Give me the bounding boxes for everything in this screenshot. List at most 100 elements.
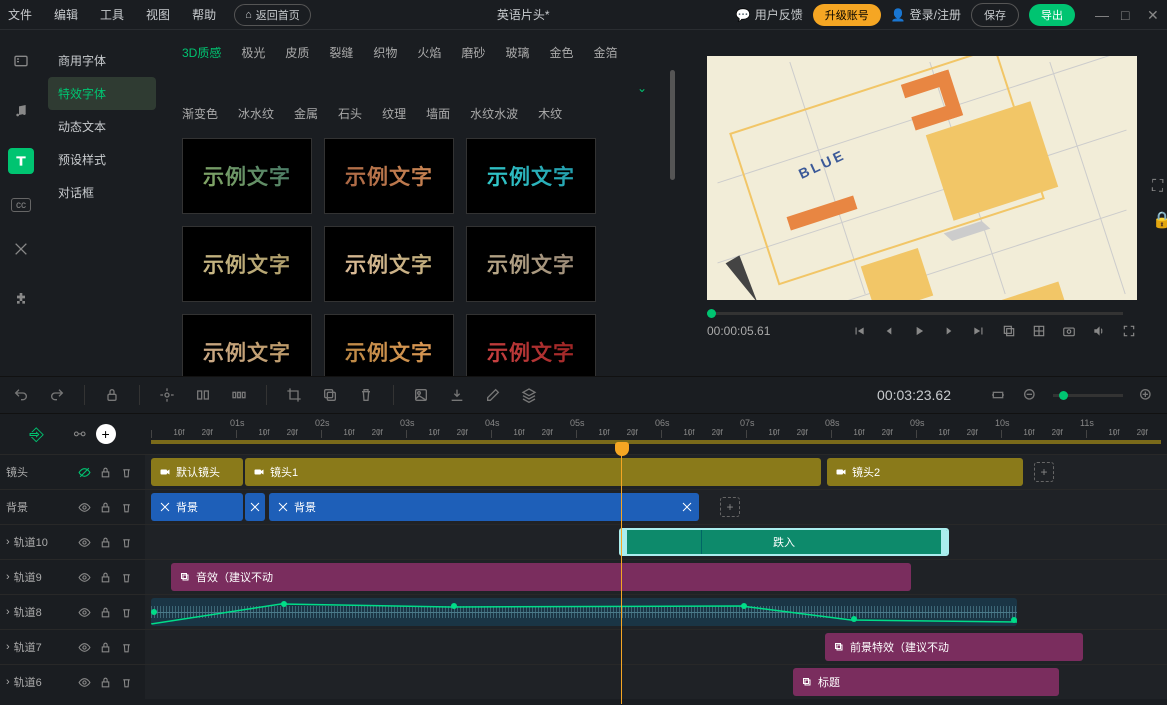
text-preset-thumb[interactable]: 示例文字 — [324, 138, 454, 214]
copy-icon[interactable] — [321, 386, 339, 404]
delete-track-icon[interactable] — [120, 606, 133, 619]
track-body-10[interactable]: 跌入 — [145, 525, 1167, 559]
cat-commercial-fonts[interactable]: 商用字体 — [42, 44, 162, 77]
visibility-icon[interactable] — [78, 676, 91, 689]
menu-help[interactable]: 帮助 — [192, 6, 216, 23]
clip-fall-in[interactable]: 跌入 — [619, 528, 949, 556]
marker-icon[interactable]: ⎆ — [29, 424, 43, 445]
visibility-icon[interactable] — [78, 536, 91, 549]
add-track-button[interactable]: + — [96, 424, 116, 444]
delete-track-icon[interactable] — [120, 676, 133, 689]
track-label-6[interactable]: ›轨道6 — [0, 665, 65, 699]
effects-icon[interactable] — [8, 236, 34, 262]
step-forward-icon[interactable] — [941, 323, 957, 339]
preview-canvas[interactable]: BLUE — [707, 56, 1137, 300]
redo-icon[interactable] — [48, 386, 66, 404]
close-icon[interactable]: ✕ — [1147, 9, 1159, 21]
grid-icon[interactable] — [1031, 323, 1047, 339]
edit-icon[interactable] — [484, 386, 502, 404]
track-body-shot[interactable]: 默认镜头 镜头1 镜头2 + — [145, 455, 1167, 489]
lock-track-icon[interactable] — [99, 536, 112, 549]
upgrade-button[interactable]: 升级账号 — [813, 4, 881, 26]
filter-flame[interactable]: 火焰 — [417, 44, 441, 61]
clip-title[interactable]: 标题 — [793, 668, 1059, 696]
download-icon[interactable] — [448, 386, 466, 404]
track-label-8[interactable]: ›轨道8 — [0, 595, 65, 629]
filter-gold[interactable]: 金色 — [549, 44, 573, 61]
add-bg-button[interactable]: + — [720, 497, 740, 517]
filter-3d[interactable]: 3D质感 — [182, 44, 221, 61]
filter-waterwave[interactable]: 水纹水波 — [470, 105, 518, 122]
lock-timeline-icon[interactable] — [103, 386, 121, 404]
filter-icewater[interactable]: 冰水纹 — [238, 105, 274, 122]
lock-track-icon[interactable] — [99, 501, 112, 514]
track-body-8[interactable] — [145, 595, 1167, 629]
ripple-icon[interactable] — [230, 386, 248, 404]
login-button[interactable]: 👤 登录/注册 — [891, 6, 961, 23]
feedback-button[interactable]: 💬 用户反馈 — [736, 6, 803, 23]
delete-track-icon[interactable] — [120, 571, 133, 584]
zoom-out-icon[interactable] — [1021, 386, 1039, 404]
text-preset-thumb[interactable]: 示例文字 — [466, 314, 596, 376]
vertical-scrollbar[interactable] — [670, 70, 675, 180]
delete-track-icon[interactable] — [120, 501, 133, 514]
text-preset-thumb[interactable]: 示例文字 — [182, 138, 312, 214]
visibility-icon[interactable] — [78, 571, 91, 584]
delete-track-icon[interactable] — [120, 536, 133, 549]
filter-leather[interactable]: 皮质 — [285, 44, 309, 61]
target-icon[interactable] — [158, 386, 176, 404]
filter-glass[interactable]: 玻璃 — [505, 44, 529, 61]
track-label-10[interactable]: ›轨道10 — [0, 525, 65, 559]
track-body-bg[interactable]: 背景 背景 + — [145, 490, 1167, 524]
filter-stone[interactable]: 石头 — [338, 105, 362, 122]
minimize-icon[interactable]: — — [1095, 9, 1107, 21]
image-icon[interactable] — [412, 386, 430, 404]
filter-fabric[interactable]: 织物 — [373, 44, 397, 61]
clip-bg1[interactable]: 背景 — [151, 493, 243, 521]
text-preset-thumb[interactable]: 示例文字 — [466, 226, 596, 302]
lock-icon[interactable]: 🔒 — [1152, 210, 1166, 224]
return-home-button[interactable]: ⌂ 返回首页 — [234, 4, 311, 26]
lock-track-icon[interactable] — [99, 641, 112, 654]
cat-preset-styles[interactable]: 预设样式 — [42, 143, 162, 176]
filter-texture[interactable]: 纹理 — [382, 105, 406, 122]
filter-aurora[interactable]: 极光 — [241, 44, 265, 61]
visibility-icon[interactable] — [78, 501, 91, 514]
volume-icon[interactable] — [1091, 323, 1107, 339]
visibility-icon[interactable] — [78, 466, 91, 479]
fullscreen-icon[interactable] — [1121, 323, 1137, 339]
text-icon[interactable] — [8, 148, 34, 174]
time-ruler[interactable]: 10f20f01s10f20f02s10f20f03s10f20f04s10f2… — [145, 414, 1167, 454]
range-bar[interactable] — [151, 440, 1161, 444]
prev-frame-icon[interactable] — [851, 323, 867, 339]
clip-shot1[interactable]: 镜头1 — [245, 458, 821, 486]
caption-icon[interactable]: cc — [11, 198, 31, 212]
snapshot-icon[interactable] — [1061, 323, 1077, 339]
expand-icon[interactable]: ⛶ — [1152, 178, 1166, 192]
zoom-in-icon[interactable] — [1137, 386, 1155, 404]
text-preset-thumb[interactable]: 示例文字 — [324, 314, 454, 376]
playhead[interactable] — [615, 442, 629, 456]
track-label-shot[interactable]: 镜头 — [0, 455, 65, 489]
lock-track-icon[interactable] — [99, 571, 112, 584]
layers-icon[interactable] — [520, 386, 538, 404]
add-shot-button[interactable]: + — [1034, 462, 1054, 482]
track-label-bg[interactable]: 背景 — [0, 490, 65, 524]
next-frame-icon[interactable] — [971, 323, 987, 339]
track-body-9[interactable]: 音效（建议不动 — [145, 560, 1167, 594]
text-preset-thumb[interactable]: 示例文字 — [182, 314, 312, 376]
track-body-7[interactable]: 前景特效（建议不动 — [145, 630, 1167, 664]
lock-track-icon[interactable] — [99, 606, 112, 619]
menu-file[interactable]: 文件 — [8, 6, 32, 23]
save-button[interactable]: 保存 — [971, 3, 1019, 27]
track-body-6[interactable]: 标题 — [145, 665, 1167, 699]
clip-bg-trans1[interactable] — [245, 493, 265, 521]
menu-view[interactable]: 视图 — [146, 6, 170, 23]
clip-fg-fx[interactable]: 前景特效（建议不动 — [825, 633, 1083, 661]
delete-track-icon[interactable] — [120, 466, 133, 479]
clip-bg2[interactable]: 背景 — [269, 493, 699, 521]
filter-wall[interactable]: 墙面 — [426, 105, 450, 122]
filter-gradient[interactable]: 渐变色 — [182, 105, 218, 122]
audio-icon[interactable] — [8, 98, 34, 124]
text-preset-thumb[interactable]: 示例文字 — [466, 138, 596, 214]
